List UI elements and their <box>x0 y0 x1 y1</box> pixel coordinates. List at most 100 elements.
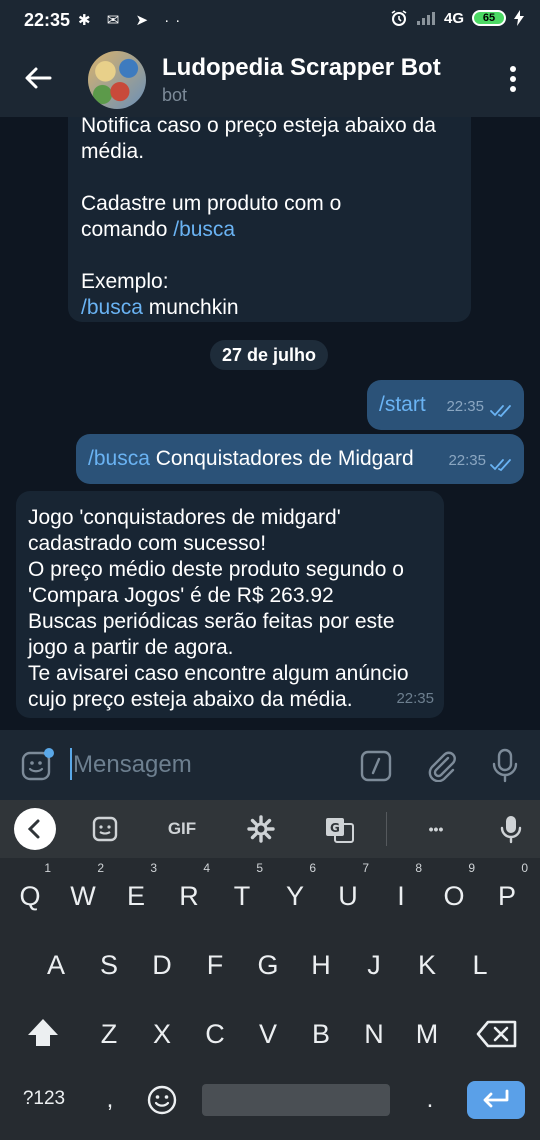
command-link[interactable]: /start <box>379 393 426 416</box>
collapse-toolbar-button[interactable] <box>14 808 56 850</box>
message-line: média. <box>81 140 145 163</box>
chat-header: Ludopedia Scrapper Bot bot <box>0 42 540 117</box>
message-line: Exemplo: <box>81 270 169 293</box>
key-z[interactable]: Z <box>84 1002 134 1062</box>
sticker-icon[interactable] <box>88 812 122 846</box>
key-t[interactable]: T5 <box>217 861 267 924</box>
date-separator: 27 de julho <box>210 340 328 370</box>
enter-arrow-icon <box>483 1089 509 1108</box>
symbols-key[interactable]: ?123 <box>14 1088 74 1114</box>
message-line: cujo preço esteja abaixo da média. <box>28 688 353 711</box>
double-check-icon <box>490 405 511 418</box>
chat-area[interactable]: Notifica caso o preço esteja abaixo da m… <box>0 117 540 730</box>
status-bar: 22:35 ✱ ✉ ➤ ·· 4G 65 <box>0 0 540 42</box>
chevron-left-icon <box>27 819 40 839</box>
emoji-key-icon[interactable] <box>146 1084 178 1116</box>
message-input-bar: Mensagem <box>0 730 540 800</box>
key-u[interactable]: U7 <box>323 861 373 924</box>
message-bubble-outgoing[interactable]: /start 22:35 <box>367 380 524 430</box>
message-line: Jogo 'conquistadores de midgard' <box>28 506 341 529</box>
message-line: comando /busca <box>81 218 236 241</box>
message-bubble-incoming[interactable]: Jogo 'conquistadores de midgard' cadastr… <box>16 491 444 718</box>
key-v[interactable]: V <box>243 1002 293 1062</box>
message-line: /busca munchkin <box>81 296 239 319</box>
key-m[interactable]: M <box>402 1002 452 1062</box>
message-time: 22:35 <box>446 398 484 415</box>
battery-icon: 65 <box>472 10 506 26</box>
network-type: 4G <box>443 9 464 27</box>
keyboard-toolbar: GIF G ••• <box>0 800 540 858</box>
status-time: 22:35 <box>24 10 71 30</box>
key-d[interactable]: D <box>137 933 187 993</box>
chat-title[interactable]: Ludopedia Scrapper Bot <box>162 54 441 82</box>
svg-text:G: G <box>330 821 340 835</box>
enter-key[interactable] <box>467 1081 525 1119</box>
more-options-icon[interactable] <box>508 66 518 94</box>
sticker-emoji-icon[interactable] <box>20 748 54 782</box>
chat-subtitle: bot <box>162 85 188 105</box>
more-toolbar-button[interactable]: ••• <box>416 812 456 846</box>
microphone-icon[interactable] <box>488 747 522 783</box>
key-a[interactable]: A <box>31 933 81 993</box>
message-line: jogo a partir de agora. <box>28 636 234 659</box>
text-cursor <box>70 748 72 780</box>
comma-key[interactable]: , <box>98 1086 122 1116</box>
message-bubble-incoming[interactable]: Notifica caso o preço esteja abaixo da m… <box>68 117 471 322</box>
key-b[interactable]: B <box>296 1002 346 1062</box>
key-g[interactable]: G <box>243 933 293 993</box>
screen: 22:35 ✱ ✉ ➤ ·· 4G 65 Ludopedia Scrapper … <box>0 0 540 1140</box>
signal-icon <box>416 12 435 25</box>
period-key[interactable]: . <box>418 1086 442 1116</box>
key-i[interactable]: I8 <box>376 861 426 924</box>
key-l[interactable]: L <box>455 933 505 993</box>
translate-icon[interactable]: G <box>322 812 356 846</box>
key-e[interactable]: E3 <box>111 861 161 924</box>
message-line: 'Compara Jogos' é de R$ 263.92 <box>28 584 334 607</box>
key-y[interactable]: Y6 <box>270 861 320 924</box>
bot-avatar[interactable] <box>88 51 146 109</box>
shift-icon[interactable] <box>24 1016 62 1050</box>
back-arrow-icon[interactable] <box>22 62 54 94</box>
message-bubble-outgoing[interactable]: /busca Conquistadores de Midgard 22:35 <box>76 434 524 484</box>
command-link[interactable]: /busca <box>81 296 143 319</box>
toolbar-divider <box>386 812 387 846</box>
key-n[interactable]: N <box>349 1002 399 1062</box>
key-k[interactable]: K <box>402 933 452 993</box>
message-time: 22:35 <box>448 452 486 469</box>
notification-icons: ✱ ✉ ➤ ·· <box>78 12 187 29</box>
key-w[interactable]: W2 <box>58 861 108 924</box>
key-c[interactable]: C <box>190 1002 240 1062</box>
message-line: Notifica caso o preço esteja abaixo da <box>81 117 436 137</box>
message-text: Conquistadores de Midgard <box>149 447 414 470</box>
gear-icon[interactable] <box>244 812 278 846</box>
message-line: Cadastre um produto com o <box>81 192 342 215</box>
key-s[interactable]: S <box>84 933 134 993</box>
voice-input-icon[interactable] <box>494 812 528 846</box>
soft-keyboard: GIF G ••• Q1 W2 E3 R4 T5 Y6 U7 I8 O9 P0 … <box>0 800 540 1140</box>
message-line: Buscas periódicas serão feitas por este <box>28 610 395 633</box>
key-f[interactable]: F <box>190 933 240 993</box>
space-bar[interactable] <box>202 1084 390 1116</box>
double-check-icon <box>490 459 511 472</box>
bot-command-icon[interactable] <box>360 750 392 782</box>
status-right-icons: 4G 65 <box>390 9 524 27</box>
gif-button[interactable]: GIF <box>158 812 206 846</box>
key-o[interactable]: O9 <box>429 861 479 924</box>
key-j[interactable]: J <box>349 933 399 993</box>
attach-icon[interactable] <box>424 748 458 782</box>
message-line: O preço médio deste produto segundo o <box>28 558 404 581</box>
backspace-icon[interactable] <box>476 1020 518 1048</box>
command-link[interactable]: /busca <box>173 218 235 241</box>
key-h[interactable]: H <box>296 933 346 993</box>
charging-icon <box>514 10 524 26</box>
key-r[interactable]: R4 <box>164 861 214 924</box>
message-line: cadastrado com sucesso! <box>28 532 267 555</box>
command-link[interactable]: /busca <box>88 447 150 470</box>
message-input[interactable]: Mensagem <box>73 751 192 779</box>
key-p[interactable]: P0 <box>482 861 532 924</box>
key-q[interactable]: Q1 <box>5 861 55 924</box>
key-x[interactable]: X <box>137 1002 187 1062</box>
alarm-icon <box>391 10 407 26</box>
message-line: Te avisarei caso encontre algum anúncio <box>28 662 409 685</box>
message-time: 22:35 <box>396 690 434 707</box>
